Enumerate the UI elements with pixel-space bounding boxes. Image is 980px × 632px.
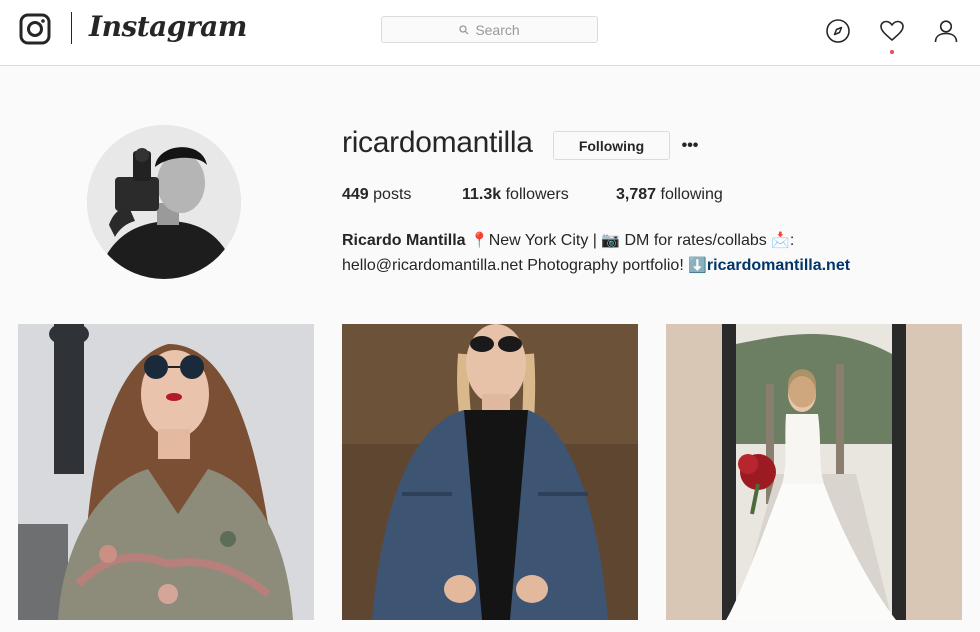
more-options-button[interactable]: ••• bbox=[681, 133, 699, 159]
post-thumbnail-2[interactable] bbox=[342, 324, 638, 620]
website-link[interactable]: ricardomantilla.net bbox=[707, 257, 850, 274]
following-stat[interactable]: 3,787 following bbox=[616, 186, 723, 204]
following-button[interactable]: Following bbox=[553, 131, 670, 160]
profile-username: ricardomantilla bbox=[342, 126, 533, 159]
bio-email-text: hello@ricardomantilla.net Photography po… bbox=[342, 257, 689, 274]
following-label: following bbox=[660, 186, 723, 203]
heart-icon[interactable] bbox=[879, 18, 905, 44]
followers-count: 11.3k bbox=[462, 186, 502, 203]
profile-bio: Ricardo Mantilla 📍New York City | 📷 DM f… bbox=[342, 228, 942, 278]
person-icon[interactable] bbox=[933, 18, 959, 44]
bio-dm-text: DM for rates/collabs bbox=[620, 232, 772, 249]
down-arrow-emoji: ⬇️ bbox=[688, 256, 707, 274]
posts-stat: 449 posts bbox=[342, 186, 411, 204]
logo-divider bbox=[71, 12, 72, 44]
notification-dot bbox=[890, 50, 894, 54]
instagram-wordmark[interactable]: Instagram bbox=[89, 10, 247, 43]
post-thumbnail-3[interactable] bbox=[666, 324, 962, 620]
mail-emoji: 📩 bbox=[771, 231, 790, 249]
followers-stat[interactable]: 11.3k followers bbox=[462, 186, 569, 204]
bio-colon: : bbox=[789, 232, 795, 249]
avatar[interactable] bbox=[87, 125, 241, 279]
search-icon bbox=[459, 24, 469, 34]
search-input[interactable]: Search bbox=[381, 16, 598, 43]
profile-full-name: Ricardo Mantilla bbox=[342, 232, 466, 249]
camera-emoji: 📷 bbox=[601, 231, 621, 249]
post-thumbnail-1[interactable] bbox=[18, 324, 314, 620]
pin-emoji: 📍 bbox=[470, 231, 489, 249]
instagram-logo-icon[interactable] bbox=[19, 13, 51, 45]
bio-location: New York City | bbox=[488, 232, 602, 249]
posts-label: posts bbox=[373, 186, 412, 203]
posts-count: 449 bbox=[342, 186, 369, 203]
top-navigation-bar: Instagram Search bbox=[0, 0, 980, 66]
search-placeholder: Search bbox=[475, 21, 520, 38]
compass-icon[interactable] bbox=[825, 18, 851, 44]
following-count: 3,787 bbox=[616, 186, 657, 203]
followers-label: followers bbox=[505, 186, 569, 203]
